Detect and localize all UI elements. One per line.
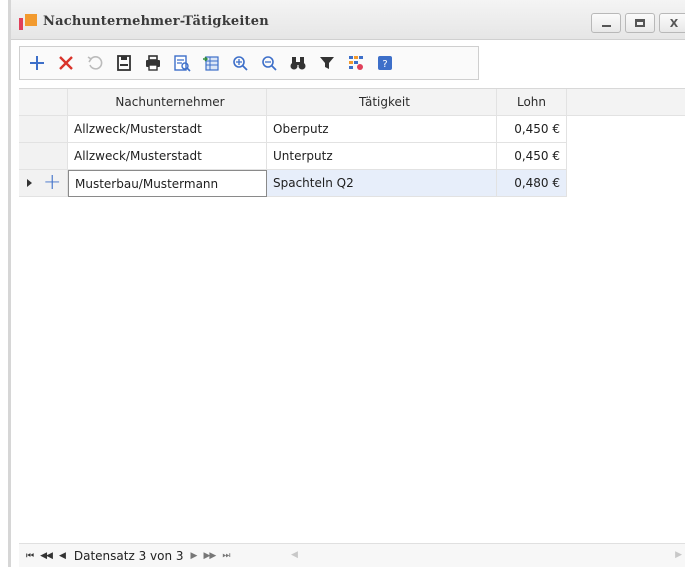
previous-record-button[interactable]: ◀ [59, 551, 66, 561]
find-icon [290, 57, 306, 70]
save-icon [117, 55, 131, 71]
help-icon: ? [378, 56, 392, 70]
minimize-button[interactable] [591, 13, 621, 33]
first-record-button[interactable]: ⏮ [26, 551, 34, 561]
zoom-in-icon [233, 56, 248, 71]
title-bar: Nachunternehmer-Tätigkeiten X [11, 0, 685, 40]
add-button[interactable] [24, 50, 50, 76]
next-record-button[interactable]: ▶ [191, 551, 198, 561]
print-preview-button[interactable] [169, 50, 195, 76]
find-button[interactable] [285, 50, 311, 76]
export-button[interactable] [198, 50, 224, 76]
help-button[interactable]: ? [372, 50, 398, 76]
header-filler [567, 89, 685, 116]
window-title: Nachunternehmer-Tätigkeiten [43, 14, 269, 29]
app-icon [19, 14, 37, 30]
delete-button[interactable] [53, 50, 79, 76]
zoom-in-button[interactable] [227, 50, 253, 76]
zoom-out-icon [262, 56, 277, 71]
column-header-nachunternehmer[interactable]: Nachunternehmer [68, 89, 267, 116]
table-row-selected[interactable]: + Musterbau/Mustermann Spachteln Q2 0,48… [19, 170, 567, 197]
print-preview-icon [174, 55, 191, 72]
cell-nachunternehmer[interactable]: Allzweck/Musterstadt [68, 143, 267, 170]
close-button[interactable]: X [659, 13, 685, 33]
cell-taetigkeit[interactable]: Spachteln Q2 [267, 170, 497, 197]
maximize-icon [635, 19, 645, 27]
previous-page-button[interactable]: ◀◀ [40, 551, 53, 561]
table-row[interactable]: Allzweck/Musterstadt Oberputz 0,450 € [19, 116, 567, 143]
filter-button[interactable] [314, 50, 340, 76]
horizontal-scrollbar[interactable]: ◀ ▶ [289, 548, 684, 563]
cell-nachunternehmer-editing[interactable]: Musterbau/Mustermann [68, 170, 267, 197]
export-icon [203, 56, 219, 71]
cell-taetigkeit[interactable]: Unterputz [267, 143, 497, 170]
current-row-arrow-icon [27, 179, 32, 187]
add-icon [30, 56, 44, 70]
close-icon: X [669, 16, 679, 30]
save-button[interactable] [111, 50, 137, 76]
header-indicator [19, 89, 68, 116]
cell-lohn[interactable]: 0,450 € [497, 143, 567, 170]
minimize-icon [601, 25, 611, 27]
grid-header: Nachunternehmer Tätigkeit Lohn [19, 89, 567, 116]
table-row[interactable]: Allzweck/Musterstadt Unterputz 0,450 € [19, 143, 567, 170]
cell-lohn[interactable]: 0,450 € [497, 116, 567, 143]
column-header-lohn[interactable]: Lohn [497, 89, 567, 116]
scroll-right-icon[interactable]: ▶ [675, 550, 682, 560]
column-header-taetigkeit[interactable]: Tätigkeit [267, 89, 497, 116]
cell-nachunternehmer[interactable]: Allzweck/Musterstadt [68, 116, 267, 143]
next-page-button[interactable]: ▶▶ [203, 551, 216, 561]
last-record-button[interactable]: ⏭ [222, 551, 230, 561]
row-indicator[interactable] [19, 116, 68, 143]
new-row-plus-icon: + [43, 170, 62, 195]
scroll-left-icon[interactable]: ◀ [291, 550, 298, 560]
record-navigator: ⏮ ◀◀ ◀ Datensatz 3 von 3 ▶ ▶▶ ⏭ ◀ ▶ [19, 543, 685, 567]
toolbar: ? [19, 46, 479, 80]
delete-icon [59, 56, 73, 70]
record-position-text: Datensatz 3 von 3 [73, 548, 184, 563]
print-button[interactable] [140, 50, 166, 76]
cell-taetigkeit[interactable]: Oberputz [267, 116, 497, 143]
cell-lohn[interactable]: 0,480 € [497, 170, 567, 197]
row-indicator[interactable] [19, 143, 68, 170]
undo-icon [87, 56, 103, 70]
column-chooser-button[interactable] [343, 50, 369, 76]
maximize-button[interactable] [625, 13, 655, 33]
column-chooser-icon [349, 56, 363, 70]
svg-text:?: ? [382, 59, 387, 70]
data-grid: Nachunternehmer Tätigkeit Lohn Allzweck/… [19, 88, 685, 543]
window: Nachunternehmer-Tätigkeiten X ? Nachunte… [8, 0, 685, 567]
zoom-out-button[interactable] [256, 50, 282, 76]
undo-button[interactable] [82, 50, 108, 76]
row-indicator[interactable]: + [19, 170, 68, 197]
filter-icon [320, 57, 334, 69]
print-icon [146, 55, 160, 71]
